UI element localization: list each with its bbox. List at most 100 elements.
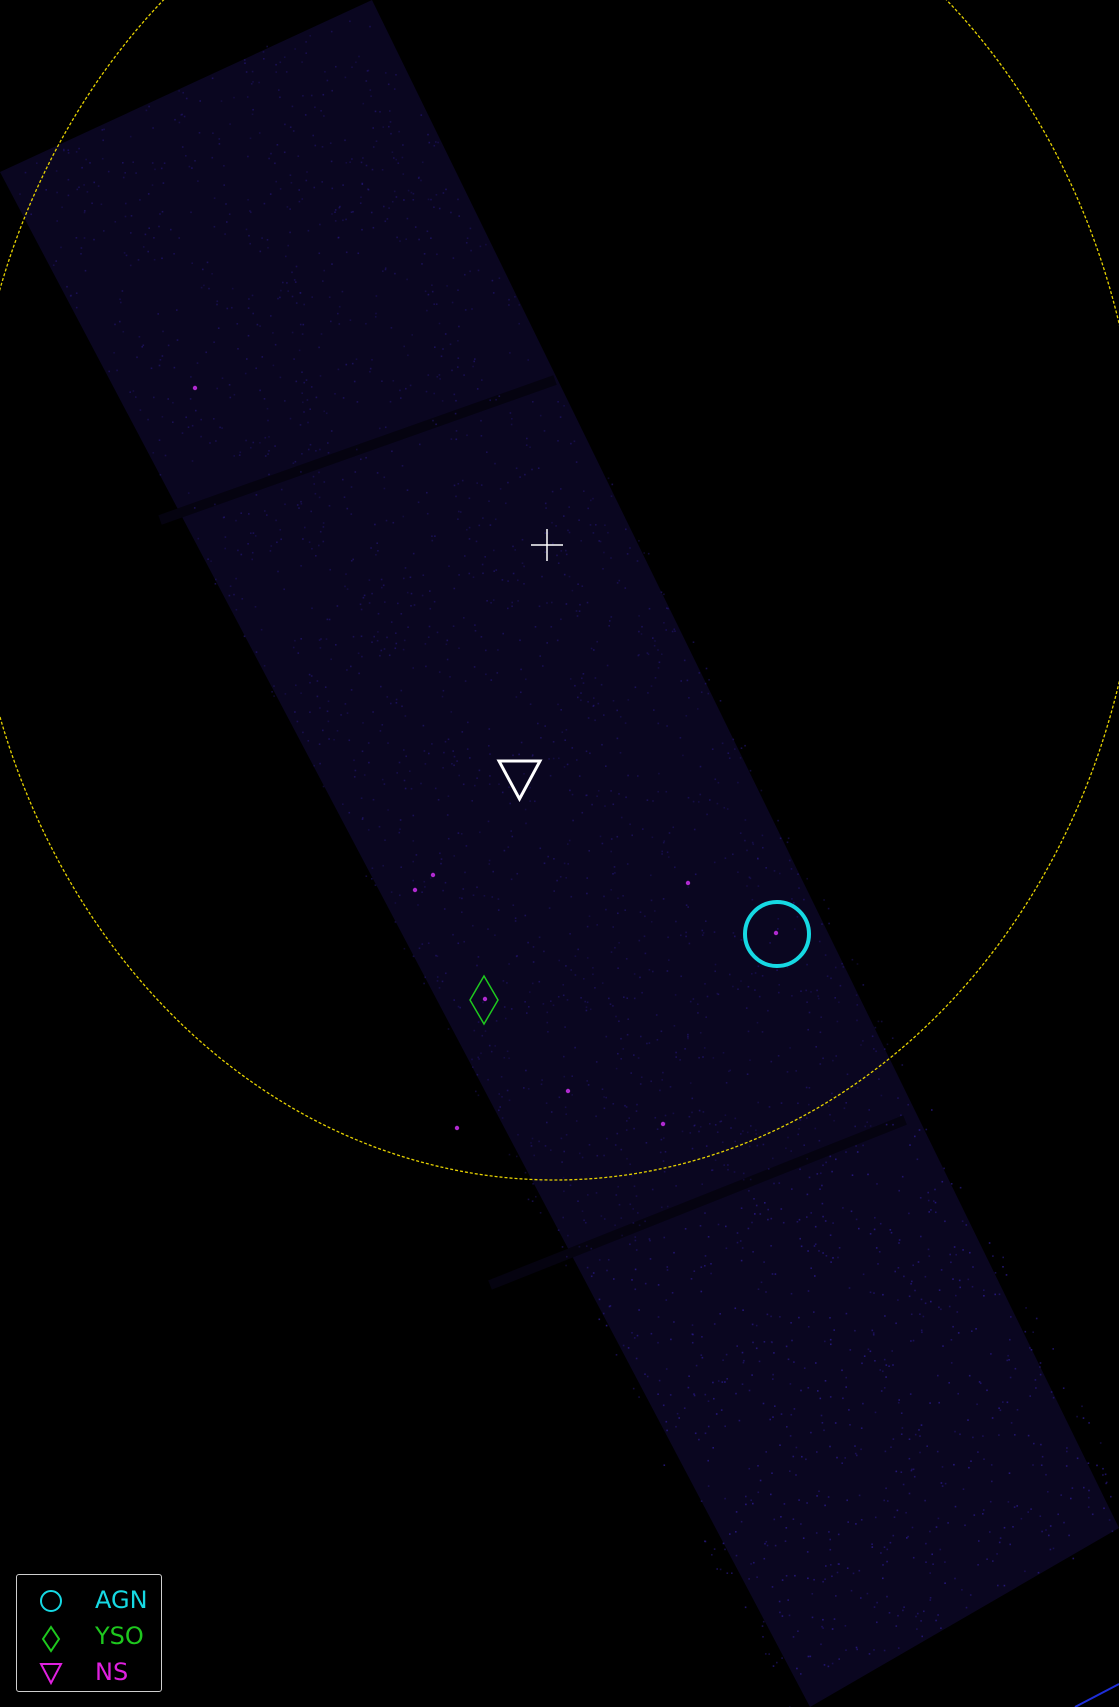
photon-event	[586, 1080, 588, 1082]
photon-event	[1057, 1513, 1059, 1516]
photon-event	[626, 1033, 629, 1036]
photon-event	[1087, 1462, 1090, 1464]
photon-event	[318, 252, 321, 255]
photon-event	[428, 752, 430, 755]
photon-event	[291, 105, 294, 108]
photon-event	[433, 392, 435, 395]
photon-event	[507, 580, 509, 582]
photon-event	[729, 1533, 731, 1535]
photon-event	[457, 832, 460, 834]
photon-event	[569, 789, 571, 792]
photon-event	[626, 1120, 628, 1122]
photon-event	[955, 1253, 957, 1256]
photon-event	[239, 451, 242, 454]
photon-event	[226, 221, 228, 223]
photon-event	[138, 336, 141, 338]
photon-event	[818, 1490, 820, 1493]
photon-event	[130, 215, 133, 217]
photon-event	[325, 638, 328, 640]
photon-event	[953, 1246, 956, 1248]
photon-event	[367, 188, 370, 191]
photon-event	[372, 146, 375, 148]
photon-event	[1096, 1464, 1098, 1467]
photon-event	[299, 323, 302, 326]
photon-event	[616, 709, 618, 712]
photon-event	[819, 1063, 822, 1065]
photon-event	[810, 1212, 812, 1214]
photon-event	[585, 1245, 588, 1247]
photon-event	[916, 1628, 918, 1630]
photon-event	[362, 157, 364, 159]
photon-event	[101, 129, 104, 131]
photon-event	[730, 1127, 732, 1129]
photon-event	[412, 552, 415, 555]
photon-event	[439, 852, 441, 855]
photon-event	[425, 665, 427, 668]
photon-event	[248, 513, 250, 515]
photon-event	[719, 1313, 721, 1315]
photon-event	[691, 1111, 693, 1114]
photon-event	[941, 1485, 944, 1487]
photon-event	[725, 1353, 728, 1356]
photon-event	[1027, 1434, 1030, 1437]
photon-event	[263, 202, 266, 205]
photon-event	[820, 1172, 822, 1175]
photon-event	[477, 1056, 479, 1059]
photon-event	[901, 1175, 904, 1178]
photon-event	[151, 184, 154, 186]
photon-event	[334, 220, 337, 222]
photon-event	[609, 620, 611, 622]
photon-event	[998, 1434, 1000, 1436]
photon-event	[275, 519, 277, 522]
photon-event	[924, 1275, 927, 1278]
photon-event	[610, 790, 612, 792]
photon-event	[663, 622, 665, 624]
photon-event	[920, 1424, 923, 1426]
photon-event	[721, 742, 724, 745]
photon-event	[125, 254, 128, 257]
photon-event	[834, 997, 836, 999]
photon-event	[508, 963, 510, 965]
photon-event	[386, 636, 388, 639]
photon-event	[371, 359, 373, 361]
photon-event	[806, 1502, 808, 1504]
photon-event	[1014, 1434, 1016, 1436]
photon-event	[294, 639, 296, 642]
photon-event	[185, 416, 187, 419]
photon-event	[487, 928, 489, 930]
photon-event	[871, 1543, 873, 1545]
photon-event	[388, 207, 390, 209]
photon-event	[497, 898, 500, 900]
photon-event	[363, 594, 366, 597]
photon-event	[856, 1648, 858, 1651]
photon-event	[391, 151, 394, 153]
photon-event	[801, 1455, 803, 1458]
photon-event	[93, 238, 95, 241]
photon-event	[480, 636, 483, 638]
photon-event	[507, 846, 510, 848]
photon-event	[707, 1236, 710, 1238]
photon-event	[284, 693, 287, 695]
photon-event	[172, 401, 174, 404]
photon-event	[622, 1344, 625, 1347]
photon-event	[693, 828, 696, 831]
photon-event	[490, 1050, 493, 1053]
photon-event	[780, 1413, 783, 1415]
photon-event	[519, 639, 521, 642]
photon-event	[615, 1015, 617, 1018]
photon-event	[291, 331, 294, 334]
photon-event	[645, 1142, 648, 1144]
photon-event	[581, 811, 584, 814]
photon-event	[426, 309, 428, 312]
photon-event	[900, 1471, 903, 1473]
photon-event	[620, 1148, 623, 1151]
photon-event	[122, 162, 124, 164]
photon-event	[427, 133, 429, 136]
photon-event	[552, 741, 555, 743]
photon-event	[787, 837, 790, 840]
photon-event	[937, 1517, 940, 1520]
photon-event	[605, 765, 607, 767]
photon-event	[816, 1173, 819, 1175]
photon-event	[709, 799, 711, 801]
photon-event	[750, 1499, 752, 1502]
